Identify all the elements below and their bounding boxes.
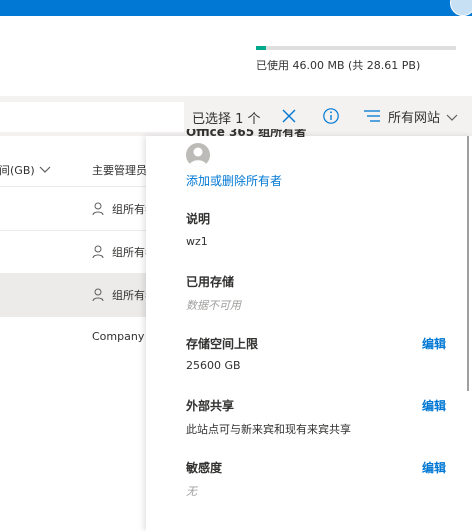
command-bar-left-area	[0, 102, 184, 132]
table-row-selected[interactable]: 组所有者	[0, 273, 156, 317]
description-value: wz1	[186, 235, 208, 248]
owner-avatar	[186, 143, 210, 167]
filter-label: 所有网站	[388, 110, 441, 126]
external-sharing-label: 外部共享	[186, 399, 235, 413]
admin-cell: Company	[92, 330, 144, 343]
external-sharing-value: 此站点可与新来宾和现有来宾共享	[186, 423, 351, 436]
storage-usage-text: 已使用 46.00 MB (共 28.61 PB)	[256, 59, 421, 72]
storage-progress-fill	[256, 46, 266, 50]
used-storage-label: 已用存储	[186, 275, 235, 289]
person-icon	[92, 202, 104, 216]
storage-limit-value: 25600 GB	[186, 359, 241, 372]
sites-grid: 空间(GB) 主要管理员 组所有者 组所有者	[0, 146, 156, 361]
description-label: 说明	[186, 212, 211, 226]
storage-progress-bar	[256, 46, 456, 50]
selected-count: 已选择 1 个	[192, 112, 261, 127]
edit-external-sharing-button[interactable]: 编辑	[422, 397, 446, 414]
chevron-down-icon	[39, 166, 51, 173]
owners-heading: Office 365 组所有者	[186, 129, 307, 137]
sensitivity-label: 敏感度	[186, 461, 223, 475]
admin-text: Company	[92, 330, 145, 343]
table-row[interactable]: 组所有者	[0, 187, 156, 231]
chevron-down-icon	[446, 107, 458, 126]
table-row[interactable]: 组所有者	[0, 230, 156, 274]
column-header-primary-admin[interactable]: 主要管理员	[92, 162, 147, 178]
storage-limit-label: 存储空间上限	[186, 337, 259, 351]
edit-sensitivity-button[interactable]: 编辑	[422, 459, 446, 476]
table-row[interactable]: Company	[0, 316, 146, 359]
grid-header: 空间(GB) 主要管理员	[0, 146, 147, 187]
add-remove-owners-link[interactable]: 添加或删除所有者	[186, 172, 282, 189]
filter-lines-icon	[364, 107, 380, 126]
site-filter-dropdown[interactable]: 所有网站	[364, 106, 458, 126]
person-icon	[92, 245, 104, 259]
column-header-storage-label: 空间(GB)	[0, 164, 35, 177]
edit-storage-limit-button[interactable]: 编辑	[422, 335, 446, 352]
column-header-storage[interactable]: 空间(GB)	[0, 162, 51, 178]
sensitivity-value: 无	[186, 485, 197, 498]
close-icon[interactable]	[280, 107, 298, 129]
suite-header	[0, 0, 472, 16]
panel-scrollbar[interactable]	[467, 136, 469, 391]
info-icon[interactable]	[322, 107, 340, 129]
person-icon	[92, 288, 104, 302]
used-storage-value: 数据不可用	[186, 299, 241, 312]
